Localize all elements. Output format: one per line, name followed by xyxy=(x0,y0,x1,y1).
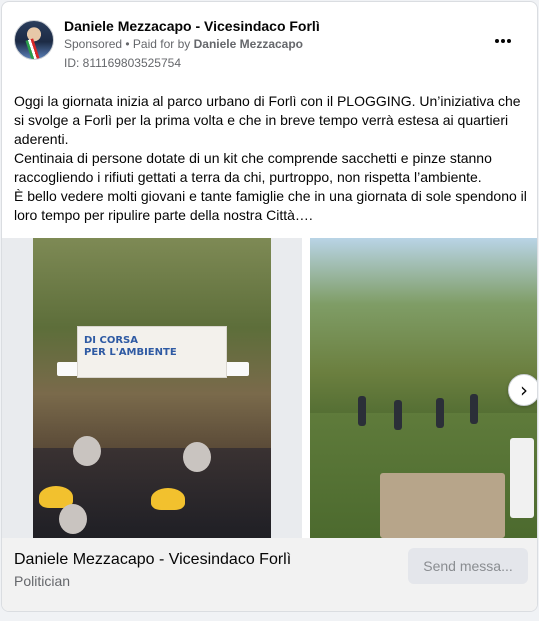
sash-graphic xyxy=(25,38,41,59)
sponsored-meta: Sponsored • Paid for by Daniele Mezzacap… xyxy=(64,37,303,51)
carousel-next-button[interactable]: › xyxy=(508,374,537,406)
banner-line-2: PER L'AMBIENTE xyxy=(84,347,177,358)
image-carousel: DI CORSA PER L'AMBIENTE › xyxy=(2,238,537,538)
person-shape xyxy=(436,398,444,428)
crowd-shape xyxy=(33,436,271,538)
person-shape xyxy=(510,438,534,518)
footer-page-name[interactable]: Daniele Mezzacapo - Vicesindaco Forlì xyxy=(14,551,291,569)
paid-for-name: Daniele Mezzacapo xyxy=(193,37,303,51)
post-header: Daniele Mezzacapo - Vicesindaco Forlì Sp… xyxy=(14,14,525,74)
avatar[interactable] xyxy=(14,20,54,60)
sponsored-label: Sponsored xyxy=(64,37,123,51)
person-shape xyxy=(470,394,478,424)
page-name[interactable]: Daniele Mezzacapo - Vicesindaco Forlì xyxy=(64,18,320,34)
event-stage-photo: DI CORSA PER L'AMBIENTE xyxy=(33,238,271,538)
banner-line-1: DI CORSA xyxy=(84,335,138,346)
yellow-hat xyxy=(151,488,185,510)
post-paragraph-1: Oggi la giornata inizia al parco urbano … xyxy=(14,93,521,147)
head-shape xyxy=(73,436,101,466)
person-shape xyxy=(358,396,366,426)
ad-footer: Daniele Mezzacapo - Vicesindaco Forlì Po… xyxy=(2,538,537,611)
footer-category: Politician xyxy=(14,573,71,589)
paid-for-prefix: Paid for by xyxy=(132,37,194,51)
post-text: Oggi la giornata inizia al parco urbano … xyxy=(14,92,529,225)
carousel-slide-1[interactable]: DI CORSA PER L'AMBIENTE xyxy=(2,238,302,538)
info-table xyxy=(380,473,505,538)
head-shape xyxy=(59,504,87,534)
carousel-slide-2[interactable] xyxy=(310,238,537,538)
chevron-right-icon: › xyxy=(520,378,528,402)
post-paragraph-2: Centinaia di persone dotate di un kit ch… xyxy=(14,150,492,185)
person-shape xyxy=(394,400,402,430)
ad-id: ID: 811169803525754 xyxy=(64,56,181,70)
banner-text: DI CORSA PER L'AMBIENTE xyxy=(84,335,177,359)
event-banner: DI CORSA PER L'AMBIENTE xyxy=(77,326,227,378)
send-message-button[interactable]: Send messa... xyxy=(408,548,528,584)
meta-separator: • xyxy=(122,37,133,51)
head-shape xyxy=(183,442,211,472)
ad-card: Daniele Mezzacapo - Vicesindaco Forlì Sp… xyxy=(1,1,538,612)
ellipsis-icon[interactable] xyxy=(495,36,515,46)
post-paragraph-3: È bello vedere molti giovani e tante fam… xyxy=(14,188,527,223)
